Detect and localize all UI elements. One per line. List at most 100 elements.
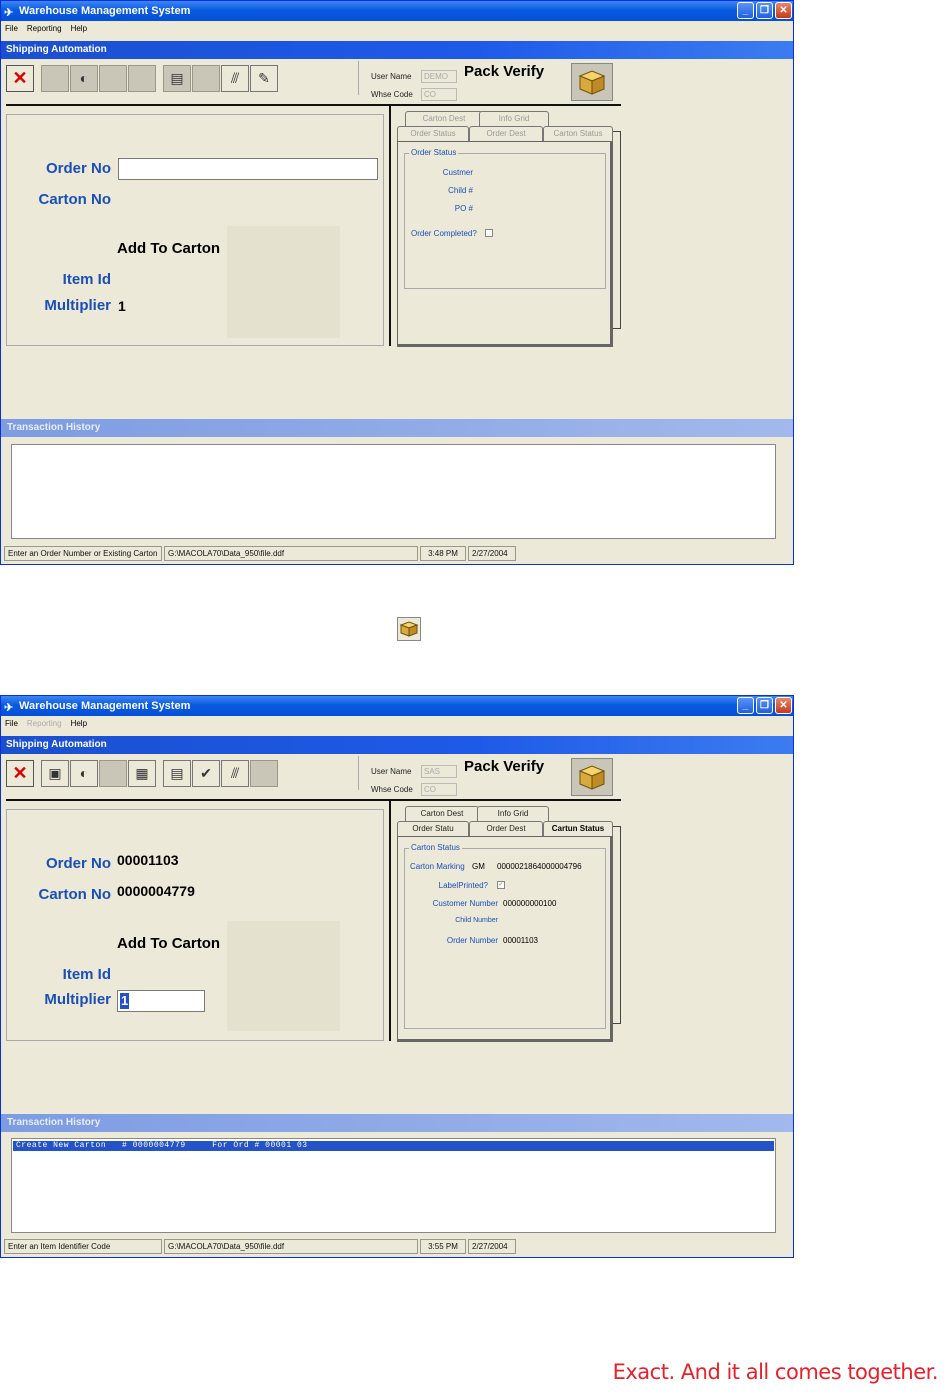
history-title: Transaction History — [1, 419, 793, 437]
menu-file[interactable]: File — [5, 21, 18, 37]
toolbar-button-disabled[interactable] — [99, 64, 127, 92]
order-number-value: 00001103 — [503, 936, 538, 945]
app-icon: ✈ — [4, 702, 14, 714]
tape-icon[interactable]: ◐ — [70, 759, 98, 787]
toolbar-button-disabled[interactable] — [99, 759, 127, 787]
tab-info-grid[interactable]: Info Grid — [479, 111, 549, 126]
toolbar: ✕ ▣ ◐ ▦ ▤ ✔ ⫻ — [6, 758, 278, 788]
whse-code-label: Whse Code — [371, 784, 413, 794]
window-icon[interactable]: ▤ — [163, 759, 191, 787]
tab-carton-dest[interactable]: Carton Dest — [405, 111, 483, 126]
menu-reporting[interactable]: Reporting — [27, 716, 62, 732]
carton-no-label: Carton No — [38, 191, 112, 208]
cancel-icon[interactable]: ✕ — [6, 64, 34, 92]
label-printed-checkbox[interactable]: ✓ — [497, 881, 505, 889]
status-message: Enter an Order Number or Existing Carton — [4, 546, 162, 561]
status-tabs: Carton Dest Info Grid Order Statu Order … — [397, 806, 623, 1042]
toolbar-button-disabled[interactable] — [192, 64, 220, 92]
menu-help[interactable]: Help — [71, 21, 87, 37]
divider — [6, 799, 621, 801]
tab-order-status[interactable]: Order Statu — [397, 821, 469, 836]
title-bar[interactable]: ✈ Warehouse Management System _ ❐ ✕ — [1, 696, 793, 716]
child-label: Child # — [448, 186, 473, 195]
tab-carton-dest[interactable]: Carton Dest — [405, 806, 479, 821]
status-bar: Enter an Item Identifier Code G:\MACOLA7… — [4, 1239, 516, 1254]
tab-content: Carton Status Carton Marking GM 00000218… — [397, 836, 613, 1042]
toolbar-button-disabled[interactable] — [250, 759, 278, 787]
status-tabs: Carton Dest Info Grid Order Status Order… — [397, 111, 623, 347]
close-button[interactable]: ✕ — [775, 697, 792, 714]
restore-button[interactable]: ❐ — [756, 2, 773, 19]
order-completed-label: Order Completed? — [411, 229, 477, 238]
multiplier-value: 1 — [118, 298, 126, 314]
whse-code-label: Whse Code — [371, 89, 413, 99]
toolbar-button-disabled[interactable] — [128, 64, 156, 92]
order-no-value: 00001103 — [117, 852, 179, 868]
conveyor-icon[interactable]: ⫻ — [221, 759, 249, 787]
menu-reporting[interactable]: Reporting — [27, 21, 62, 37]
cancel-icon[interactable]: ✕ — [6, 759, 34, 787]
divider — [389, 801, 391, 1041]
open-box-icon[interactable]: ▦ — [128, 759, 156, 787]
title-bar[interactable]: ✈ Warehouse Management System _ ❐ ✕ — [1, 1, 793, 21]
divider — [6, 104, 621, 106]
tab-content: Order Status Custmer Child # PO # Order … — [397, 141, 613, 347]
menu-help[interactable]: Help — [71, 716, 87, 732]
history-list[interactable] — [11, 444, 776, 539]
box-icon[interactable] — [571, 63, 613, 101]
tab-order-dest[interactable]: Order Dest — [469, 126, 543, 141]
history-list[interactable]: Create New Carton # 0000004779 For Ord #… — [11, 1138, 776, 1233]
image-placeholder — [227, 921, 340, 1031]
group-title: Order Status — [409, 148, 459, 157]
user-info: User Name DEMO Whse Code CO — [371, 67, 457, 103]
menu-bar: File Reporting Help — [1, 716, 793, 732]
toolbar: ✕ ◐ ▤ ⫻ ✎ — [6, 63, 278, 93]
panel-title: Shipping Automation — [1, 41, 793, 59]
multiplier-value: 1 — [120, 993, 130, 1009]
toolbar-button-disabled[interactable]: ◐ — [70, 64, 98, 92]
status-time: 3:48 PM — [420, 546, 466, 561]
mode-title: Pack Verify — [464, 63, 545, 80]
minimize-button[interactable]: _ — [737, 2, 754, 19]
history-row[interactable]: Create New Carton # 0000004779 For Ord #… — [13, 1141, 774, 1151]
carton-status-group: Carton Status Carton Marking GM 00000218… — [404, 843, 606, 1029]
status-date: 2/27/2004 — [468, 1239, 516, 1254]
tab-info-grid[interactable]: Info Grid — [477, 806, 549, 821]
order-completed-checkbox[interactable] — [485, 229, 493, 237]
pencil-icon[interactable]: ✎ — [250, 64, 278, 92]
minimize-button[interactable]: _ — [737, 697, 754, 714]
box-icon[interactable] — [571, 758, 613, 796]
multiplier-label: Multiplier — [44, 991, 111, 1008]
order-no-input[interactable] — [118, 158, 378, 180]
add-to-carton-label: Add To Carton — [117, 935, 221, 952]
status-path: G:\MACOLA70\Data_950\file.ddf — [164, 1239, 418, 1254]
divider — [389, 106, 391, 346]
tab-carton-status[interactable]: Carton Status — [543, 126, 613, 141]
close-button[interactable]: ✕ — [775, 2, 792, 19]
add-to-carton-label: Add To Carton — [117, 240, 221, 257]
item-id-label: Item Id — [62, 271, 111, 288]
window-title: Warehouse Management System — [19, 5, 191, 17]
tab-carton-status[interactable]: Cartun Status — [543, 821, 613, 836]
box-icon[interactable]: ▣ — [41, 759, 69, 787]
whse-code-field: CO — [421, 782, 457, 796]
multiplier-input[interactable]: 1 — [117, 990, 205, 1012]
multiplier-label: Multiplier — [44, 297, 111, 314]
checklist-icon[interactable]: ✔ — [192, 759, 220, 787]
toolbar-button-disabled[interactable] — [41, 64, 69, 92]
footer-tagline: Exact. And it all comes together. — [612, 1360, 939, 1384]
user-name-label: User Name — [371, 71, 412, 81]
menu-file[interactable]: File — [5, 716, 18, 732]
po-label: PO # — [454, 204, 473, 213]
user-name-field: SAS — [421, 764, 457, 778]
carton-marking-value: 0000021864000004796 — [497, 862, 582, 871]
restore-button[interactable]: ❐ — [756, 697, 773, 714]
toolbar-button-disabled[interactable]: ▤ — [163, 64, 191, 92]
history-title: Transaction History — [1, 1114, 793, 1132]
window-title: Warehouse Management System — [19, 700, 191, 712]
tab-order-dest[interactable]: Order Dest — [469, 821, 543, 836]
carton-no-label: Carton No — [38, 886, 112, 903]
tab-order-status[interactable]: Order Status — [397, 126, 469, 141]
conveyor-icon[interactable]: ⫻ — [221, 64, 249, 92]
divider — [358, 756, 359, 790]
